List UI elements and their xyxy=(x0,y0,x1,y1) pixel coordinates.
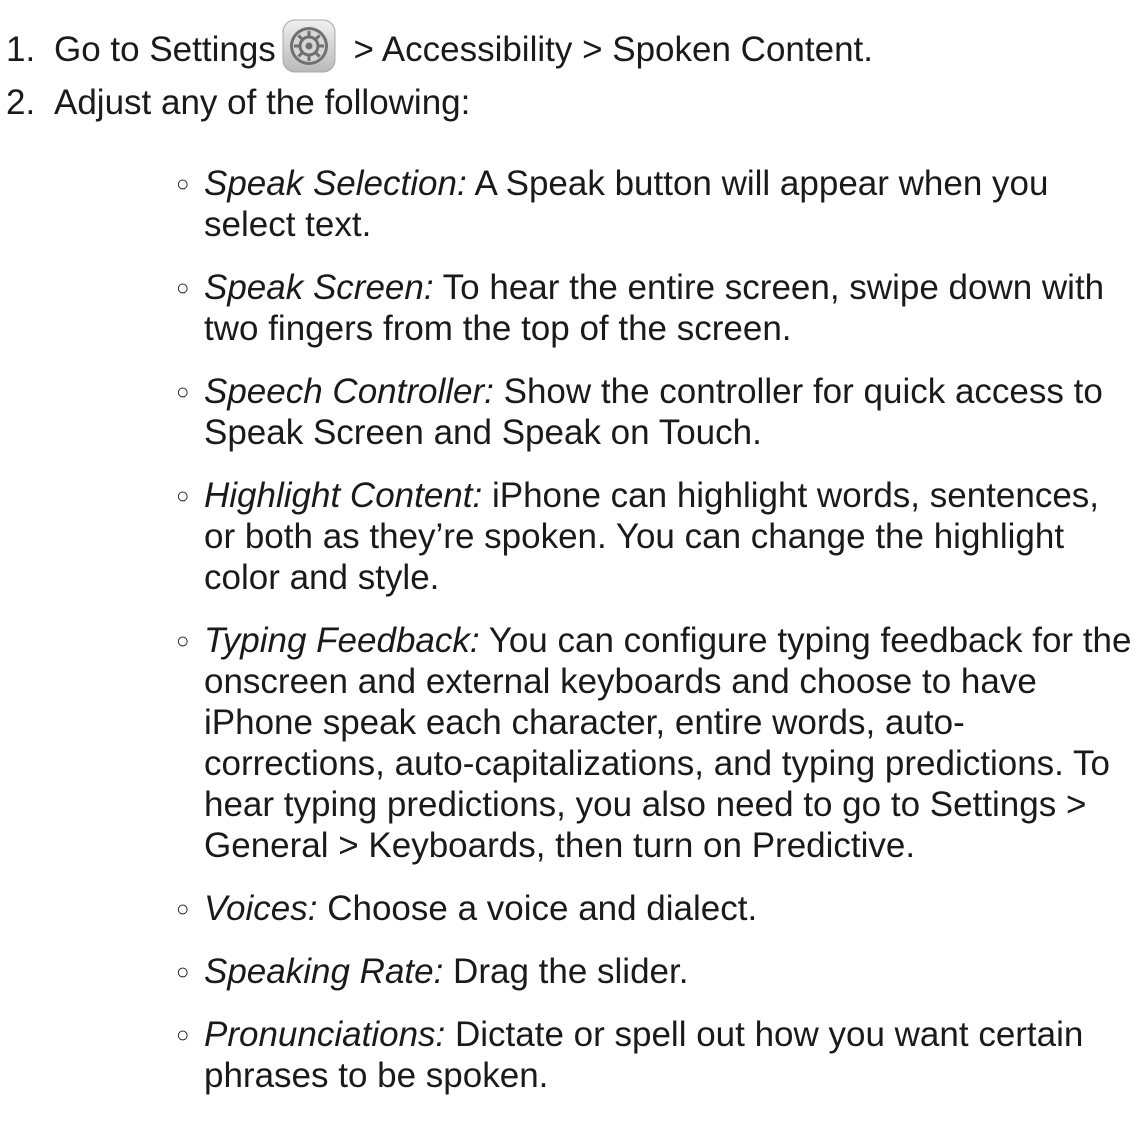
list-item: ○ Highlight Content: iPhone can highlight… xyxy=(176,475,1137,598)
list-item: ○ Voices: Choose a voice and dialect. xyxy=(176,888,1137,929)
option-term: Pronunciations: xyxy=(204,1015,446,1054)
list-item: ○ Typing Feedback: You can configure typi… xyxy=(176,620,1137,866)
settings-gear-icon xyxy=(282,19,336,73)
step-2-text: Adjust any of the following: xyxy=(54,83,471,122)
bullet: ○ xyxy=(176,171,190,196)
bullet: ○ xyxy=(176,959,190,984)
option-term: Speech Controller: xyxy=(204,372,494,411)
option-term: Speak Selection: xyxy=(204,164,467,203)
list-item: ○ Speech Controller: Show the controller … xyxy=(176,371,1137,453)
options-list: ○ Speak Selection: A Speak button will ap… xyxy=(176,163,1137,1118)
option-term: Voices: xyxy=(204,889,318,928)
option-term: Speaking Rate: xyxy=(204,952,444,991)
option-term: Highlight Content: xyxy=(204,476,483,515)
option-term: Speak Screen: xyxy=(204,268,434,307)
bullet: ○ xyxy=(176,896,190,921)
step-1-text-end: > Accessibility > Spoken Content. xyxy=(343,30,873,69)
list-item: ○ Pronunciations: Dictate or spell out ho… xyxy=(176,1014,1137,1096)
list-item: ○ Speak Screen: To hear the entire screen… xyxy=(176,267,1137,349)
step-2: 2. Adjust any of the following: xyxy=(6,82,470,123)
bullet: ○ xyxy=(176,275,190,300)
bullet: ○ xyxy=(176,628,190,653)
option-term: Typing Feedback: xyxy=(204,621,480,660)
bullet: ○ xyxy=(176,379,190,404)
step-number: 1. xyxy=(6,30,36,69)
list-item: ○ Speak Selection: A Speak button will ap… xyxy=(176,163,1137,245)
step-number: 2. xyxy=(6,83,36,122)
bullet: ○ xyxy=(176,483,190,508)
step-1: 1. Go to Settings > Accessibility > Spok… xyxy=(6,19,873,73)
bullet: ○ xyxy=(176,1022,190,1047)
option-description: Drag the slider. xyxy=(443,952,689,991)
option-description: Choose a voice and dialect. xyxy=(317,889,758,928)
step-1-text-start: Go to Settings xyxy=(54,30,276,69)
list-item: ○ Speaking Rate: Drag the slider. xyxy=(176,951,1137,992)
